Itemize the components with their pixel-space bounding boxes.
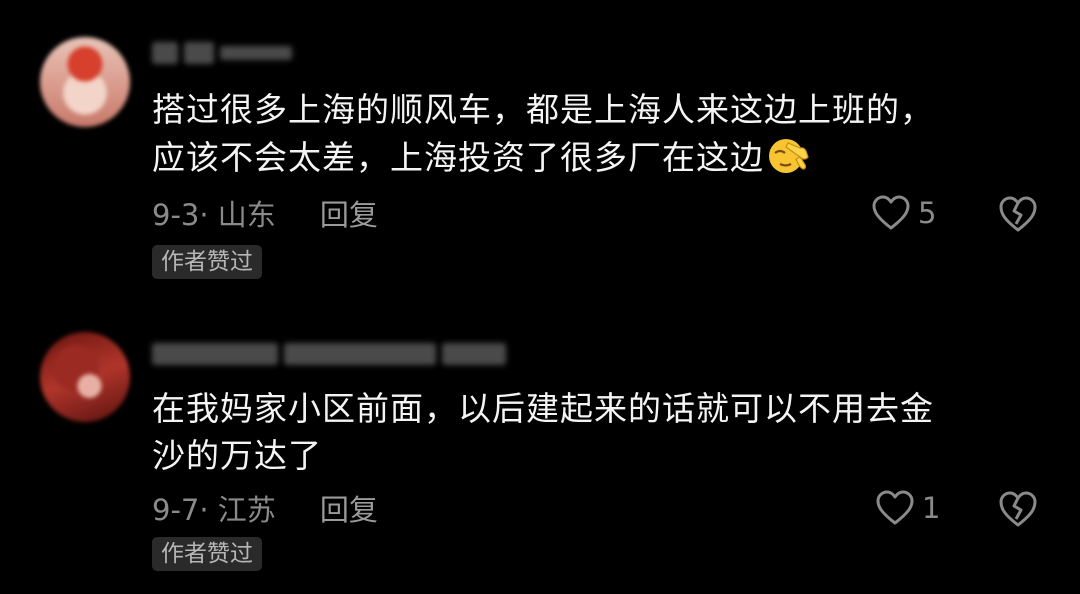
comment-text-line: 搭过很多上海的顺风车，都是上海人来这边上班的， [152, 90, 934, 129]
like-button[interactable]: 1 [876, 488, 940, 528]
avatar[interactable] [40, 37, 130, 127]
heart-outline-icon [876, 490, 914, 525]
comment-text-line: 沙的万达了 [152, 436, 322, 475]
comment-item: 搭过很多上海的顺风车，都是上海人来这边上班的， 应该不会太差，上海投资了很多厂在… [0, 0, 1080, 297]
like-count: 5 [918, 196, 937, 230]
like-button[interactable]: 5 [872, 193, 936, 233]
broken-heart-icon[interactable] [998, 489, 1038, 529]
comment-text-line: 在我妈家小区前面，以后建起来的话就可以不用去金 [152, 389, 934, 428]
username-blurred[interactable] [152, 40, 292, 66]
avatar[interactable] [40, 332, 130, 422]
comment-text-line: 应该不会太差，上海投资了很多厂在这边 [152, 133, 1032, 181]
comment-text: 在我妈家小区前面，以后建起来的话就可以不用去金 沙的万达了 [152, 385, 1032, 479]
facepalm-emoji-icon [769, 139, 809, 173]
reply-button[interactable]: 回复 [320, 487, 378, 529]
comment-meta: 9-3· 山东 回复 [152, 193, 378, 233]
broken-heart-icon[interactable] [998, 194, 1038, 234]
heart-outline-icon [872, 195, 910, 230]
date-location: 9-7· 江苏 [152, 493, 276, 527]
comment-meta: 9-7· 江苏 回复 [152, 488, 378, 528]
like-count: 1 [922, 491, 941, 525]
comment-text: 搭过很多上海的顺风车，都是上海人来这边上班的， 应该不会太差，上海投资了很多厂在… [152, 86, 1032, 181]
comment-item: 在我妈家小区前面，以后建起来的话就可以不用去金 沙的万达了 9-7· 江苏 回复… [0, 297, 1080, 594]
reply-button[interactable]: 回复 [320, 192, 378, 234]
author-liked-badge: 作者赞过 [152, 537, 262, 571]
username-blurred[interactable] [152, 341, 506, 367]
date-location: 9-3· 山东 [152, 198, 276, 232]
author-liked-badge: 作者赞过 [152, 245, 262, 279]
